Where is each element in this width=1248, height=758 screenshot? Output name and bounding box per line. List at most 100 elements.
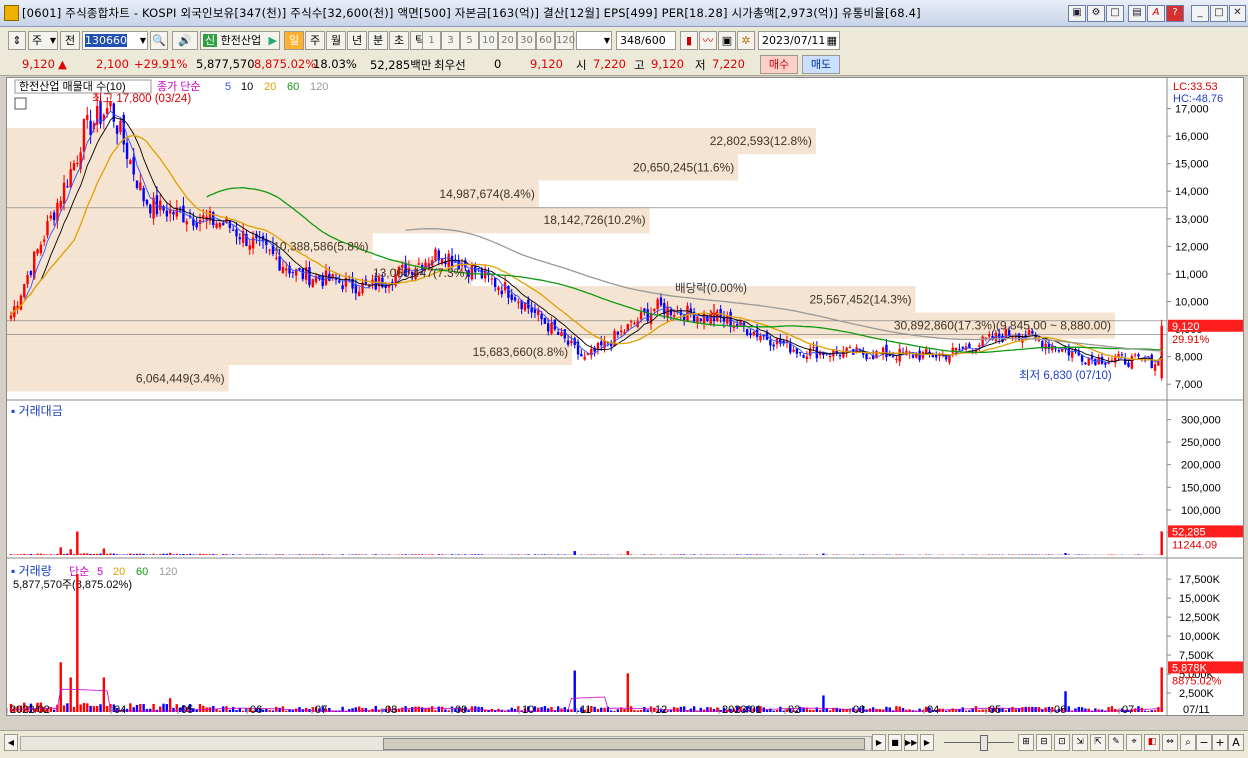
period-tab-3[interactable]: 년 [347,31,367,50]
prev-button[interactable]: 전 [60,31,80,50]
save-icon[interactable]: ▣ [718,31,736,50]
period-select[interactable]: 주▼ [28,31,58,50]
amount-bar [322,554,324,555]
candle-body [769,340,771,345]
candle-icon[interactable]: ▮ [680,31,698,50]
interval-button-5[interactable]: 5 [460,31,479,50]
fast-forward-icon[interactable]: ▶▶ [904,734,918,751]
volume-bar [434,710,436,712]
date-input[interactable]: 2023/07/11▦ [758,31,840,50]
tool-icon-5[interactable]: ⇱ [1090,734,1106,751]
scroll-left-icon[interactable]: ◀ [4,734,18,751]
zoom-in-icon[interactable]: + [1212,734,1228,751]
tool-icon-8[interactable]: ◧ [1144,734,1160,751]
interval-button-1[interactable]: 1 [422,31,441,50]
volume-bar [779,707,781,712]
scroll-thumb[interactable] [383,738,865,750]
chart-svg[interactable]: 17,00016,00015,00014,00013,00012,00011,0… [7,78,1243,715]
amount-panel-label: ▪ 거래대금 [11,404,63,418]
interval-button-10[interactable]: 10 [479,31,498,50]
period-tab-4[interactable]: 분 [368,31,388,50]
stock-name-field[interactable]: 신 한전산업▶ [200,31,280,50]
candle-body [1088,358,1090,365]
speaker-icon[interactable]: 🔊 [172,31,198,50]
play-icon[interactable]: ▶ [872,734,886,751]
volume-bar [955,710,957,712]
candle-body [302,269,304,279]
link-icon[interactable]: ▣ [1068,5,1086,22]
tool-icon-6[interactable]: ✎ [1108,734,1124,751]
volume-legend-item: 60 [136,566,148,578]
scroll-right-icon[interactable]: ▶ [920,734,934,751]
high-label: 고 [634,57,645,73]
amount-bar [1064,553,1066,555]
period-tab-0[interactable]: 일 [284,31,304,50]
amount-bar [199,554,201,555]
candle-body [560,332,562,336]
code-input[interactable]: 130660▼ [82,31,148,50]
bottom-control-bar: ◀ ▶ ■ ▶▶ ▶ ⊞ ⊟ ⊡ ⇲ ⇱ ✎ ⌖ ◧ ⇔ ⌕ − + A [0,730,1248,758]
window-icon[interactable]: □ [1106,5,1124,22]
sell-button[interactable]: 매도 [802,55,840,74]
tool-icon-7[interactable]: ⌖ [1126,734,1142,751]
zoom-out-icon[interactable]: − [1196,734,1212,751]
hc-label: HC:-48.76 [1173,93,1223,105]
stop-icon[interactable]: ■ [888,734,902,751]
period-tab-2[interactable]: 월 [326,31,346,50]
volume-bar [83,703,85,712]
volume-bar [222,706,224,712]
chart-area[interactable]: 17,00016,00015,00014,00013,00012,00011,0… [6,77,1244,716]
tool-icon-9[interactable]: ⇔ [1162,734,1178,751]
window-title-bar: [0601] 주식종합차트 - KOSPI 외국인보유[347(천)] 주식수[… [0,0,1248,27]
search-icon[interactable]: 🔍 [150,31,168,50]
amount-bar [89,554,91,555]
amount-bar [925,554,927,555]
candle-body [149,205,151,214]
settings-icon[interactable]: ⚙ [1087,5,1105,22]
close-icon[interactable]: ✕ [1229,5,1246,22]
interval-button-120[interactable]: 120 [555,31,574,50]
zoom-slider-handle[interactable] [980,735,988,751]
interval-input[interactable]: ▼ [576,31,612,50]
line-chart-icon[interactable]: 〰 [699,31,717,50]
amount-bar [358,554,360,555]
candle-body [550,323,552,334]
candle-body [534,309,536,313]
tool-icon-4[interactable]: ⇲ [1072,734,1088,751]
zoom-slider[interactable] [944,742,1014,743]
count-field[interactable]: 348/600 [616,31,676,50]
interval-button-20[interactable]: 20 [498,31,517,50]
print-icon[interactable]: ▤ [1128,5,1146,22]
volume-bar [89,706,91,712]
interval-button-60[interactable]: 60 [536,31,555,50]
tool-icon-2[interactable]: ⊟ [1036,734,1052,751]
volume-bar [1005,710,1007,712]
acrobat-icon[interactable]: A [1147,5,1165,22]
tool-icon-1[interactable]: ⊞ [1018,734,1034,751]
price-tick-label: 17,000 [1175,104,1209,116]
minimize-icon[interactable]: _ [1191,5,1209,22]
maximize-icon[interactable]: □ [1210,5,1228,22]
volume-bar [557,706,559,712]
amount-bar [176,554,178,555]
stock-name: 한전산업 [221,34,261,47]
price-tick-label: 16,000 [1175,131,1209,143]
amount-bar [474,554,476,555]
period-tab-5[interactable]: 초 [389,31,409,50]
period-tab-1[interactable]: 주 [305,31,325,50]
chart-type-icon[interactable]: ⇕ [8,31,26,50]
gear-icon[interactable]: ✲ [737,31,755,50]
code-value: 130660 [85,34,127,47]
tool-icon-3[interactable]: ⊡ [1054,734,1070,751]
buy-button[interactable]: 매수 [760,55,798,74]
font-size-icon[interactable]: A [1228,734,1244,751]
candle-body [746,329,748,335]
horizontal-scrollbar[interactable] [20,736,872,751]
candle-body [434,249,436,260]
zoom-icon[interactable]: ⌕ [1180,734,1196,751]
interval-button-3[interactable]: 3 [441,31,460,50]
interval-button-30[interactable]: 30 [517,31,536,50]
volume-bar [603,708,605,712]
help-icon[interactable]: ? [1166,5,1184,22]
price-tick-label: 11,000 [1175,269,1208,281]
